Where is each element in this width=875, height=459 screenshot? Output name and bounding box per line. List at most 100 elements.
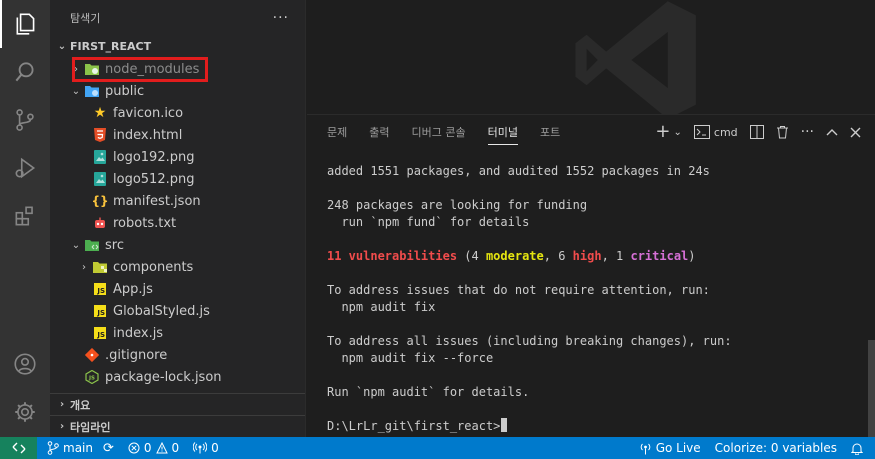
file-item[interactable]: .gitignore	[50, 344, 305, 366]
status-bar: main ⟳ 0 0 0 Go Live Colorize: 0 variabl…	[0, 437, 875, 459]
folder-item[interactable]: ⌄ public	[50, 80, 305, 102]
js-icon: JS	[92, 281, 108, 297]
source-control-icon	[16, 109, 34, 131]
problems-indicator[interactable]: 0 0	[128, 441, 179, 455]
file-item[interactable]: JS package-lock.json	[50, 366, 305, 388]
search-button[interactable]	[0, 48, 50, 96]
tree-item-label: src	[105, 237, 124, 253]
moderate-label: moderate	[485, 249, 544, 263]
terminal-profile-button[interactable]: cmd	[693, 125, 738, 139]
branch-indicator[interactable]: main	[47, 441, 93, 455]
terminal-profile-label: cmd	[713, 125, 738, 139]
branch-icon	[47, 441, 59, 455]
explorer-header: 탐색기 ···	[50, 0, 305, 35]
chevron-right-icon: ›	[59, 421, 65, 432]
file-item[interactable]: JS App.js	[50, 278, 305, 300]
svg-text:JS: JS	[88, 375, 95, 381]
files-icon	[16, 13, 35, 35]
explorer-button[interactable]	[0, 0, 50, 48]
tree-item-label: robots.txt	[113, 215, 177, 231]
chevron-down-icon: ⌄	[57, 40, 67, 52]
explorer-title: 탐색기	[70, 11, 101, 25]
new-terminal-button[interactable]: + ⌄	[655, 121, 682, 142]
src-folder-icon	[84, 237, 100, 253]
terminal-text: (4	[457, 249, 486, 263]
tree-item-label: manifest.json	[113, 193, 201, 209]
folder-item[interactable]: › components	[50, 256, 305, 278]
terminal-output[interactable]: added 1551 packages, and audited 1552 pa…	[327, 163, 845, 435]
components-folder-icon	[92, 259, 108, 275]
git-icon	[84, 347, 100, 363]
robot-icon	[92, 215, 108, 231]
timeline-section-header[interactable]: › 타임라인	[50, 415, 305, 437]
account-icon	[14, 353, 36, 375]
manage-button[interactable]	[0, 388, 50, 436]
terminal-line: npm audit fix	[327, 300, 436, 314]
split-terminal-button[interactable]	[749, 125, 764, 139]
terminal-line: npm audit fix --force	[327, 351, 494, 365]
file-item[interactable]: logo512.png	[50, 168, 305, 190]
file-item[interactable]: JS GlobalStyled.js	[50, 300, 305, 322]
project-name: FIRST_REACT	[70, 39, 152, 53]
tab-ports[interactable]: 포트	[540, 115, 560, 149]
file-item[interactable]: ★ favicon.ico	[50, 102, 305, 124]
tree-item-label: .gitignore	[105, 347, 168, 363]
bottom-panel: 문제 출력 디버그 콘솔 터미널 포트 + ⌄ cmd ··· added 15…	[307, 114, 875, 438]
error-icon	[128, 442, 140, 454]
close-icon	[850, 127, 861, 137]
maximize-panel-button[interactable]	[826, 128, 838, 136]
terminal-scrollbar[interactable]	[868, 340, 875, 438]
npm-json-icon: JS	[84, 369, 100, 385]
chevron-down-icon: ⌄	[673, 126, 682, 138]
tab-problems[interactable]: 문제	[327, 115, 347, 149]
image-icon	[92, 171, 108, 187]
colorize-indicator[interactable]: Colorize: 0 variables	[715, 441, 837, 455]
source-control-button[interactable]	[0, 96, 50, 144]
file-item[interactable]: robots.txt	[50, 212, 305, 234]
notifications-button[interactable]	[851, 442, 863, 455]
terminal-prompt: D:\LrLr_git\first_react>	[327, 419, 501, 433]
project-section-header[interactable]: ⌄ FIRST_REACT	[50, 35, 305, 57]
extensions-button[interactable]	[0, 192, 50, 240]
tab-terminal[interactable]: 터미널	[487, 115, 519, 149]
ports-count: 0	[211, 441, 219, 455]
run-debug-button[interactable]	[0, 144, 50, 192]
image-icon	[92, 149, 108, 165]
kill-terminal-button[interactable]	[776, 125, 789, 139]
status-right: Go Live Colorize: 0 variables	[639, 437, 875, 459]
outline-section-header[interactable]: › 개요	[50, 393, 305, 415]
close-panel-button[interactable]	[850, 127, 861, 138]
file-item[interactable]: logo192.png	[50, 146, 305, 168]
panel-toolbar: + ⌄ cmd ···	[655, 123, 861, 141]
go-live-button[interactable]: Go Live	[639, 441, 701, 455]
warning-count: 0	[171, 441, 180, 455]
warning-icon	[155, 442, 168, 454]
accounts-button[interactable]	[0, 340, 50, 388]
file-item[interactable]: {} manifest.json	[50, 190, 305, 212]
editor-area	[307, 0, 875, 114]
broadcast-icon	[640, 443, 650, 454]
file-item[interactable]: index.html	[50, 124, 305, 146]
ports-indicator[interactable]: 0	[193, 441, 219, 455]
json-icon: {}	[91, 194, 109, 208]
tree-item-label: index.js	[113, 325, 164, 341]
vulnerability-count: 11 vulnerabilities	[327, 249, 458, 263]
remote-indicator-button[interactable]	[0, 437, 37, 459]
folder-item[interactable]: ⌄ src	[50, 234, 305, 256]
tab-output[interactable]: 출력	[369, 115, 389, 149]
plus-icon: +	[655, 121, 671, 142]
tree-item-label: GlobalStyled.js	[113, 303, 210, 319]
split-icon	[749, 125, 764, 139]
chevron-down-icon: ⌄	[71, 85, 81, 97]
terminal-cursor	[501, 418, 508, 432]
timeline-label: 타임라인	[70, 420, 111, 434]
sync-button[interactable]: ⟳	[103, 441, 114, 456]
run-debug-icon	[15, 157, 36, 179]
more-actions-button[interactable]: ···	[273, 10, 289, 26]
tab-debug-console[interactable]: 디버그 콘솔	[412, 115, 466, 149]
more-actions-button[interactable]: ···	[801, 124, 814, 140]
file-item[interactable]: JS index.js	[50, 322, 305, 344]
terminal-text: )	[688, 249, 696, 263]
chevron-right-icon: ›	[82, 261, 86, 273]
high-label: high	[572, 249, 602, 263]
